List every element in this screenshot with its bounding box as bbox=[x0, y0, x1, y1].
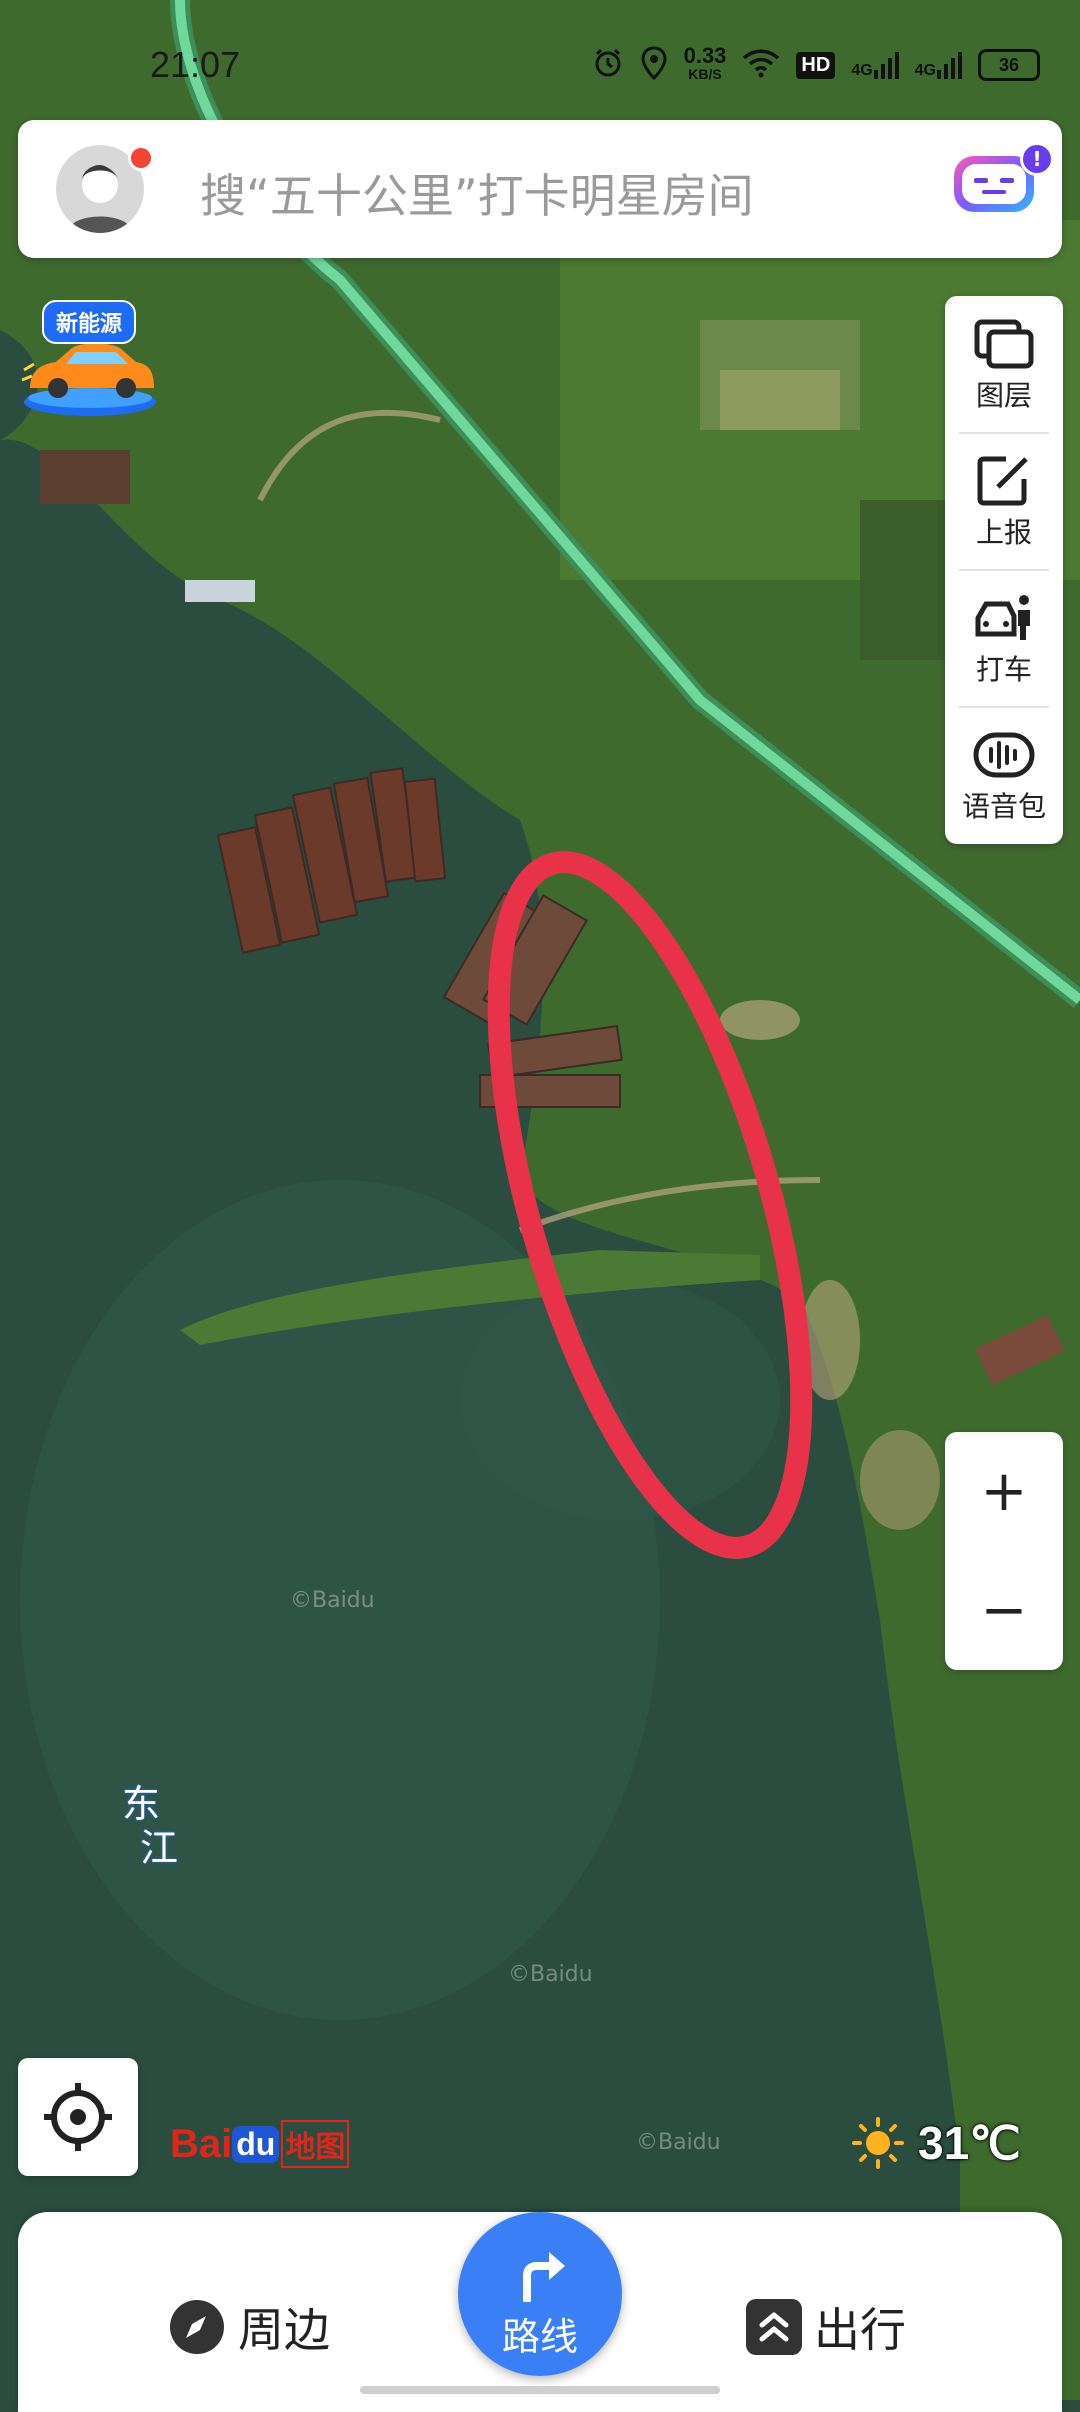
zoom-control: + − bbox=[945, 1432, 1063, 1670]
layers-icon bbox=[974, 319, 1034, 369]
map-watermark: ©Baidu bbox=[636, 2130, 721, 2155]
river-label-char: 东 bbox=[122, 1782, 161, 1826]
report-edit-icon bbox=[977, 456, 1028, 506]
compass-icon bbox=[170, 2300, 224, 2354]
network-speed-value: 0.33 bbox=[683, 43, 727, 68]
voice-pack-icon bbox=[973, 732, 1035, 778]
baidu-map-logo: Bai du 地图 bbox=[170, 2114, 350, 2174]
logo-map: 地图 bbox=[281, 2120, 350, 2168]
network-speed-unit: KB/S bbox=[688, 66, 722, 82]
travel-expand-icon bbox=[746, 2299, 802, 2355]
layers-button[interactable]: 图层 bbox=[945, 296, 1063, 433]
logo-bai: Bai bbox=[170, 2121, 233, 2166]
new-energy-label: 新能源 bbox=[42, 300, 137, 344]
location-icon bbox=[640, 46, 668, 84]
sun-icon bbox=[852, 2117, 904, 2169]
new-energy-promo[interactable]: 新能源 bbox=[20, 300, 160, 420]
zoom-in-button[interactable]: + bbox=[945, 1432, 1063, 1551]
battery-indicator: 36 bbox=[978, 49, 1040, 81]
signal-icon: 4G bbox=[915, 50, 962, 80]
status-time: 21:07 bbox=[150, 44, 241, 85]
voice-pack-label: 语音包 bbox=[961, 790, 1046, 823]
temperature: 31℃ bbox=[918, 2117, 1021, 2169]
home-indicator[interactable] bbox=[360, 2386, 720, 2394]
taxi-label: 打车 bbox=[975, 653, 1032, 686]
signal-type: 4G bbox=[914, 62, 936, 79]
network-speed: 0.33 KB/S bbox=[683, 43, 727, 83]
voice-pack-button[interactable]: 语音包 bbox=[945, 707, 1063, 844]
status-icons: 0.33 KB/S HD 4G 4G 36 bbox=[592, 43, 1040, 84]
assistant-badge: ! bbox=[1020, 142, 1054, 176]
hd-voice-badge: HD bbox=[796, 51, 836, 79]
taxi-icon bbox=[975, 595, 1030, 640]
crosshair-icon bbox=[44, 2083, 112, 2151]
signal-type: 4G bbox=[851, 62, 873, 79]
travel-button[interactable]: 出行 bbox=[746, 2294, 906, 2360]
wifi-icon bbox=[742, 48, 780, 82]
route-arrow-icon bbox=[523, 2252, 565, 2302]
nearby-label: 周边 bbox=[238, 2303, 330, 2357]
route-button[interactable]: 路线 bbox=[458, 2212, 622, 2376]
taxi-button[interactable]: 打车 bbox=[945, 570, 1063, 707]
notification-dot bbox=[128, 145, 154, 171]
map-watermark: ©Baidu bbox=[508, 1962, 593, 1987]
layers-label: 图层 bbox=[975, 379, 1032, 412]
zoom-out-button[interactable]: − bbox=[945, 1551, 1063, 1670]
weather-widget[interactable]: 31℃ bbox=[852, 2116, 1021, 2170]
travel-label: 出行 bbox=[814, 2303, 906, 2357]
route-label: 路线 bbox=[501, 2315, 578, 2359]
search-bar[interactable]: 搜“五十公里”打卡明星房间 ! bbox=[18, 120, 1062, 258]
map-watermark: ©Baidu bbox=[290, 1588, 375, 1613]
search-input[interactable]: 搜“五十公里”打卡明星房间 bbox=[200, 160, 754, 226]
alarm-icon bbox=[592, 47, 624, 83]
river-label: 东 江 bbox=[122, 1782, 182, 1870]
nearby-button[interactable]: 周边 bbox=[168, 2294, 330, 2360]
signal-icon: 4G bbox=[851, 50, 899, 80]
report-button[interactable]: 上报 bbox=[945, 433, 1063, 570]
map-tools-panel: 图层 上报 打车 语音包 bbox=[945, 296, 1063, 844]
report-label: 上报 bbox=[975, 516, 1032, 549]
river-label-char: 江 bbox=[140, 1826, 179, 1870]
satellite-map[interactable] bbox=[0, 0, 1080, 2400]
logo-du: du bbox=[232, 2125, 280, 2163]
locate-me-button[interactable] bbox=[18, 2058, 138, 2176]
status-bar: 21:07 0.33 KB/S HD 4G 4G 36 bbox=[0, 40, 1080, 100]
